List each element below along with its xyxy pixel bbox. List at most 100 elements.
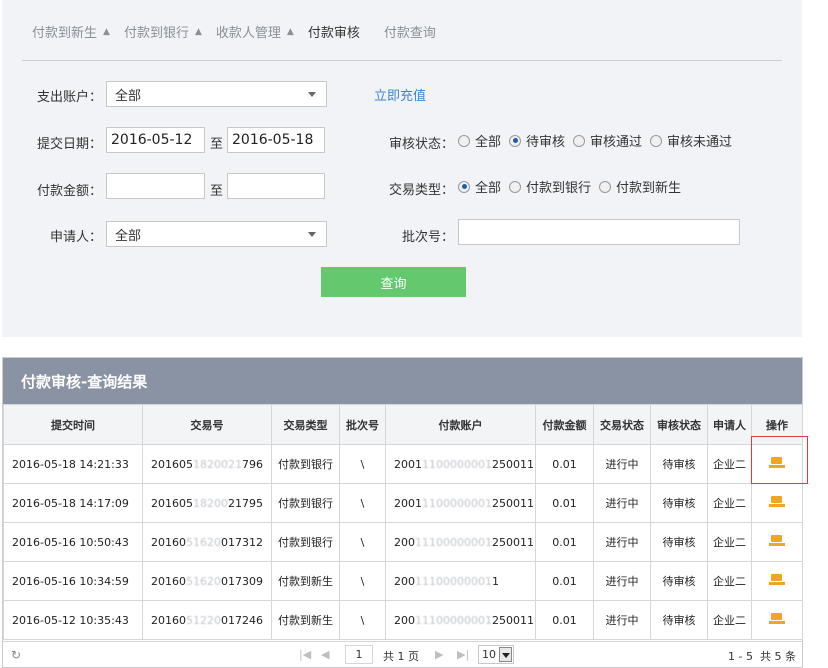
table-row[interactable]: 2016-05-16 10:34:59 2016051620017309 付款到… bbox=[3, 561, 803, 601]
result-table: 提交时间 交易号 交易类型 批次号 付款账户 付款金额 交易状态 审核状态 申请… bbox=[3, 404, 803, 640]
cell-time: 2016-05-16 10:50:43 bbox=[3, 522, 143, 562]
table-row[interactable]: 2016-05-12 10:35:43 2016051220017246 付款到… bbox=[3, 600, 803, 640]
applicant-select[interactable]: 全部 bbox=[106, 221, 327, 247]
cell-account: 20011100000001250011 bbox=[385, 522, 536, 562]
cell-batch: \ bbox=[339, 444, 386, 484]
tab-pay-to-bank[interactable]: 付款到银行 ▲ bbox=[124, 22, 202, 41]
recharge-link[interactable]: 立即充值 bbox=[374, 85, 426, 104]
cell-account: 200111000000011 bbox=[385, 561, 536, 601]
pagination-bar: ↻ |◀ ◀ 1 共 1 页 ▶ ▶| 10 1 - 5 共 5 条 bbox=[3, 641, 802, 667]
audit-status-radios: 全部 待审核 审核通过 审核未通过 bbox=[458, 131, 740, 150]
cell-applicant: 企业二 bbox=[707, 522, 752, 562]
audit-status-pending[interactable]: 待审核 bbox=[509, 131, 565, 150]
cell-audit-status: 待审核 bbox=[650, 600, 708, 640]
cell-batch: \ bbox=[339, 561, 386, 601]
tab-payment-audit[interactable]: 付款审核 bbox=[308, 22, 360, 41]
query-button[interactable]: 查询 bbox=[321, 267, 466, 297]
cell-action bbox=[751, 561, 803, 601]
col-header: 交易号 bbox=[142, 404, 272, 445]
radio-icon bbox=[509, 180, 522, 193]
date-to-input[interactable]: 2016-05-18 bbox=[227, 127, 325, 153]
tab-bar: 付款到新生 ▲ 付款到银行 ▲ 收款人管理 ▲ 付款审核 付款查询 bbox=[32, 22, 450, 41]
cell-action bbox=[751, 483, 803, 523]
account-select[interactable]: 全部 bbox=[106, 81, 327, 107]
result-title: 付款审核-查询结果 bbox=[3, 358, 802, 404]
last-page-icon[interactable]: ▶| bbox=[457, 648, 469, 661]
dropdown-arrow-icon bbox=[499, 647, 512, 662]
triangle-up-icon: ▲ bbox=[194, 26, 202, 37]
audit-status-passed[interactable]: 审核通过 bbox=[573, 131, 642, 150]
cell-type: 付款到银行 bbox=[271, 483, 340, 523]
trade-type-xinsheng[interactable]: 付款到新生 bbox=[599, 177, 681, 196]
trade-type-bank[interactable]: 付款到银行 bbox=[509, 177, 591, 196]
cell-time: 2016-05-16 10:34:59 bbox=[3, 561, 143, 601]
cell-account: 20011100000001250011 bbox=[385, 444, 536, 484]
cell-type: 付款到银行 bbox=[271, 522, 340, 562]
radio-icon bbox=[458, 134, 470, 147]
cell-account: 20011100000001250011 bbox=[385, 483, 536, 523]
radio-icon bbox=[650, 134, 663, 147]
col-header: 付款账户 bbox=[385, 404, 536, 445]
tab-pay-to-xinsheng[interactable]: 付款到新生 ▲ bbox=[32, 22, 110, 41]
audit-gavel-icon[interactable] bbox=[769, 612, 785, 625]
cell-trade-no: 2016051620017312 bbox=[142, 522, 272, 562]
cell-audit-status: 待审核 bbox=[650, 483, 708, 523]
cell-amount: 0.01 bbox=[535, 483, 594, 523]
cell-batch: \ bbox=[339, 600, 386, 640]
first-page-icon[interactable]: |◀ bbox=[299, 648, 311, 661]
next-page-icon[interactable]: ▶ bbox=[435, 648, 443, 661]
table-row[interactable]: 2016-05-18 14:17:09 2016051820021795 付款到… bbox=[3, 483, 803, 523]
cell-trade-status: 进行中 bbox=[593, 600, 651, 640]
date-from-input[interactable]: 2016-05-12 bbox=[106, 127, 205, 153]
col-header: 交易状态 bbox=[593, 404, 651, 445]
cell-action bbox=[751, 444, 803, 484]
audit-gavel-icon[interactable] bbox=[769, 573, 785, 586]
cell-trade-no: 2016051820021795 bbox=[142, 483, 272, 523]
audit-status-all[interactable]: 全部 bbox=[458, 131, 501, 150]
date-to-separator: 至 bbox=[210, 137, 224, 152]
prev-page-icon[interactable]: ◀ bbox=[321, 648, 329, 661]
audit-gavel-icon[interactable] bbox=[769, 534, 785, 547]
table-row[interactable]: 2016-05-16 10:50:43 2016051620017312 付款到… bbox=[3, 522, 803, 562]
table-row[interactable]: 2016-05-18 14:21:33 2016051820021796 付款到… bbox=[3, 444, 803, 484]
page-size-select[interactable]: 10 bbox=[478, 645, 514, 664]
audit-gavel-icon[interactable] bbox=[769, 456, 785, 469]
cell-type: 付款到新生 bbox=[271, 561, 340, 601]
table-header-row: 提交时间 交易号 交易类型 批次号 付款账户 付款金额 交易状态 审核状态 申请… bbox=[3, 404, 803, 445]
amount-label: 付款金额： bbox=[36, 184, 102, 199]
col-header: 付款金额 bbox=[535, 404, 594, 445]
tab-divider bbox=[22, 60, 782, 61]
cell-type: 付款到银行 bbox=[271, 444, 340, 484]
cell-time: 2016-05-18 14:17:09 bbox=[3, 483, 143, 523]
amount-from-input[interactable] bbox=[106, 173, 205, 199]
cell-trade-no: 2016051820021796 bbox=[142, 444, 272, 484]
audit-status-label: 审核状态： bbox=[388, 137, 454, 152]
cell-amount: 0.01 bbox=[535, 444, 594, 484]
tab-payment-query[interactable]: 付款查询 bbox=[384, 22, 436, 41]
tab-payee-management[interactable]: 收款人管理 ▲ bbox=[216, 22, 294, 41]
batch-input[interactable] bbox=[458, 219, 740, 245]
col-header: 审核状态 bbox=[650, 404, 708, 445]
col-header: 交易类型 bbox=[271, 404, 340, 445]
cell-amount: 0.01 bbox=[535, 600, 594, 640]
result-panel: 付款审核-查询结果 提交时间 交易号 交易类型 批次号 付款账户 付款金额 交易… bbox=[2, 357, 803, 668]
col-header: 操作 bbox=[751, 404, 803, 445]
total-pages: 共 1 页 bbox=[383, 650, 419, 663]
cell-audit-status: 待审核 bbox=[650, 522, 708, 562]
col-header: 提交时间 bbox=[3, 404, 143, 445]
cell-action bbox=[751, 600, 803, 640]
cell-applicant: 企业二 bbox=[707, 483, 752, 523]
refresh-icon[interactable]: ↻ bbox=[11, 648, 21, 662]
col-header: 申请人 bbox=[707, 404, 752, 445]
trade-type-label: 交易类型： bbox=[388, 183, 454, 198]
record-summary: 1 - 5 共 5 条 bbox=[728, 650, 796, 663]
trade-type-all[interactable]: 全部 bbox=[458, 177, 501, 196]
cell-trade-no: 2016051220017246 bbox=[142, 600, 272, 640]
page-number-input[interactable]: 1 bbox=[345, 645, 373, 664]
audit-status-rejected[interactable]: 审核未通过 bbox=[650, 131, 732, 150]
amount-to-input[interactable] bbox=[227, 173, 325, 199]
search-panel: 付款到新生 ▲ 付款到银行 ▲ 收款人管理 ▲ 付款审核 付款查询 支出账户： 全部 … bbox=[2, 0, 802, 337]
col-header: 批次号 bbox=[339, 404, 386, 445]
audit-gavel-icon[interactable] bbox=[769, 495, 785, 508]
cell-trade-status: 进行中 bbox=[593, 483, 651, 523]
